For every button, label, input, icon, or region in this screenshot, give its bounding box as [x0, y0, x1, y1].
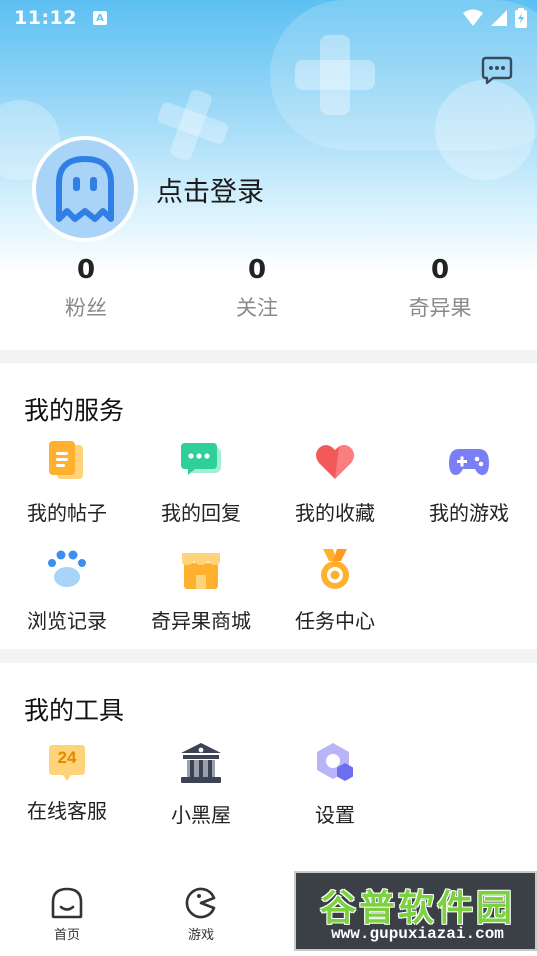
- service-label: 我的帖子: [27, 501, 107, 525]
- header-decoration: [435, 80, 535, 180]
- avatar[interactable]: [32, 136, 138, 242]
- services-title: 我的服务: [24, 396, 125, 425]
- tools-card: 我的工具 24 在线客服 小黑屋 设置: [0, 663, 537, 870]
- status-time: 11:12: [14, 7, 77, 29]
- ghost-icon: [56, 156, 114, 222]
- stat-following[interactable]: 0 关注: [197, 252, 317, 322]
- service-kiwi-shop[interactable]: 奇异果商城: [134, 547, 268, 634]
- service-label: 任务中心: [295, 609, 375, 633]
- service-my-games[interactable]: 我的游戏: [402, 439, 536, 526]
- service-label: 我的游戏: [429, 501, 509, 525]
- nav-games[interactable]: 游戏: [161, 886, 241, 943]
- service-label: 浏览记录: [27, 609, 107, 633]
- login-prompt[interactable]: 点击登录: [156, 170, 264, 209]
- service-browse-history[interactable]: 浏览记录: [0, 547, 134, 634]
- tool-label: 在线客服: [27, 799, 107, 823]
- stat-label: 粉丝: [65, 296, 107, 320]
- header-decoration: [295, 60, 375, 90]
- stat-label: 奇异果: [408, 296, 472, 320]
- stat-label: 关注: [236, 296, 278, 320]
- paw-icon: [48, 550, 86, 587]
- game-icon: [185, 887, 216, 919]
- message-icon[interactable]: [481, 54, 513, 86]
- gamepad-icon: [449, 449, 489, 475]
- nav-label: 游戏: [187, 928, 214, 943]
- heart-icon: [316, 444, 354, 479]
- watermark: 谷普软件园 www.gupuxiazai.com: [294, 871, 537, 951]
- post-icon: [49, 441, 83, 479]
- tool-label: 小黑屋: [171, 803, 231, 827]
- reply-icon: [181, 443, 221, 475]
- watermark-url: www.gupuxiazai.com: [331, 925, 504, 943]
- stats-row: 0 粉丝 0 关注 0 奇异果: [0, 252, 537, 332]
- stat-value: 0: [76, 255, 96, 285]
- stat-value: 0: [430, 255, 450, 285]
- tool-label: 设置: [315, 803, 355, 827]
- service-my-favorites[interactable]: 我的收藏: [268, 439, 402, 526]
- service-my-posts[interactable]: 我的帖子: [0, 439, 134, 526]
- wifi-icon: [463, 9, 483, 26]
- status-bar: 11:12 A: [0, 0, 537, 36]
- nav-home[interactable]: 首页: [27, 886, 107, 943]
- signal-icon: [491, 10, 507, 26]
- status-icons: [463, 8, 527, 28]
- service-task-center[interactable]: 任务中心: [268, 547, 402, 634]
- nav-label: 首页: [53, 928, 80, 943]
- service-my-replies[interactable]: 我的回复: [134, 439, 268, 526]
- shop-icon: [182, 553, 220, 589]
- settings-icon: [317, 743, 353, 781]
- service-label: 我的回复: [161, 501, 241, 525]
- service-label: 我的收藏: [295, 501, 375, 525]
- medal-icon: [321, 549, 349, 589]
- service-24-icon: 24: [45, 741, 89, 785]
- tool-settings[interactable]: 设置: [268, 741, 402, 828]
- stat-kiwi[interactable]: 0 奇异果: [380, 252, 500, 322]
- service-24-badge: 24: [57, 748, 77, 767]
- building-icon: [181, 743, 221, 783]
- services-card: 我的服务 我的帖子 我的回复 我的收藏 我的游戏 浏览记录 奇异果商城 任务中心: [0, 363, 537, 649]
- tools-title: 我的工具: [24, 696, 125, 725]
- stat-fans[interactable]: 0 粉丝: [26, 252, 146, 322]
- tool-blackroom[interactable]: 小黑屋: [134, 741, 268, 828]
- service-label: 奇异果商城: [151, 609, 251, 633]
- notification-icon: A: [92, 11, 107, 25]
- home-icon: [51, 887, 83, 919]
- watermark-title: 谷普软件园: [319, 887, 515, 928]
- stat-value: 0: [247, 255, 267, 285]
- battery-icon: [515, 8, 527, 28]
- tool-online-service[interactable]: 24 在线客服: [0, 741, 134, 824]
